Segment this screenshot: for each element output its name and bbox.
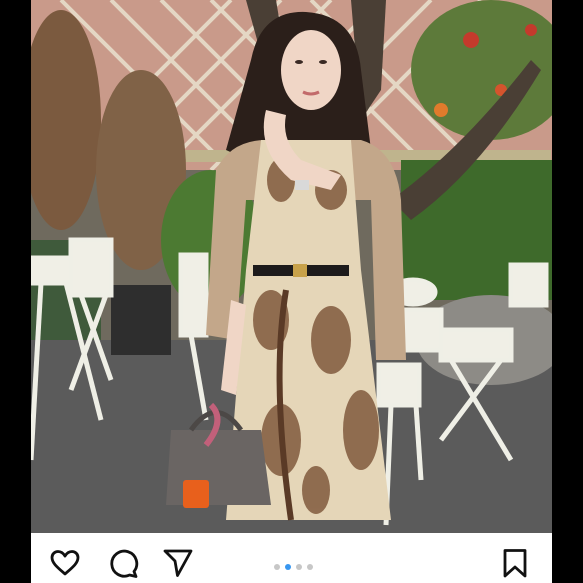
- post-action-bar: [31, 533, 552, 583]
- face: [281, 30, 341, 110]
- post-photo[interactable]: [31, 0, 552, 533]
- carousel-dot: [296, 564, 302, 570]
- comment-bubble-icon[interactable]: [107, 547, 139, 579]
- gray-handbag: [166, 430, 271, 505]
- carousel-indicator: [274, 563, 313, 571]
- carousel-dot: [274, 564, 280, 570]
- heart-icon[interactable]: [49, 547, 81, 579]
- instagram-post-screen: [0, 0, 583, 583]
- orange-tag: [183, 480, 209, 508]
- post-photo-illustration: [31, 0, 552, 533]
- carousel-dot: [307, 564, 313, 570]
- carousel-dot-active: [285, 564, 291, 570]
- bookmark-icon[interactable]: [499, 547, 531, 579]
- paper-plane-icon[interactable]: [162, 547, 194, 579]
